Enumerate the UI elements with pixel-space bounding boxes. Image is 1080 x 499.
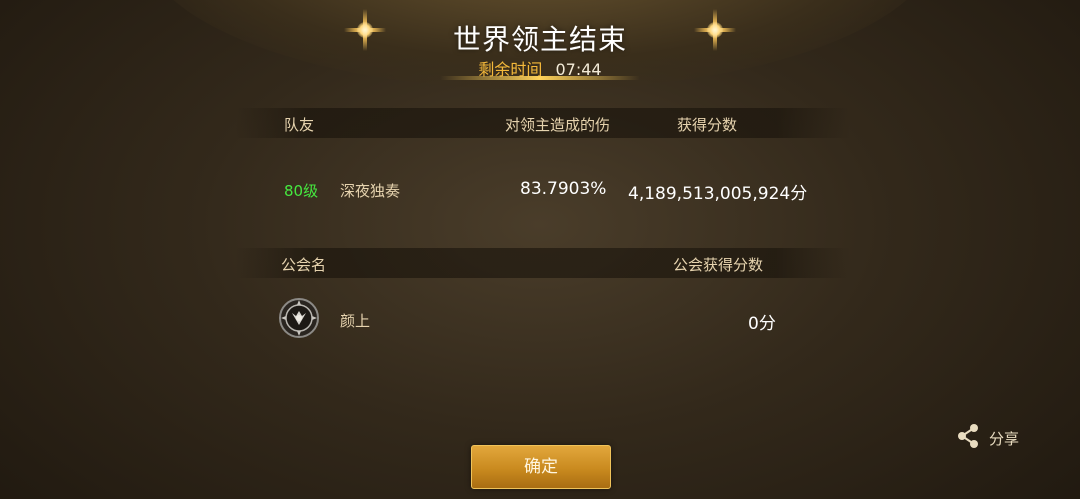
player-level: 80级	[284, 182, 319, 200]
title-glow-line	[440, 76, 640, 80]
confirm-button[interactable]: 确定	[471, 445, 611, 489]
player-name: 深夜独奏	[340, 182, 401, 200]
share-label: 分享	[989, 429, 1020, 448]
guild-name: 颜上	[340, 312, 371, 330]
share-button[interactable]: 分享	[955, 423, 1019, 453]
share-icon	[955, 423, 981, 453]
guild-emblem-icon	[278, 297, 320, 339]
guild-score: 0分	[748, 314, 776, 334]
col-teammate: 队友	[284, 116, 315, 134]
col-guild-score: 公会获得分数	[673, 256, 764, 274]
page-title: 世界领主结束	[452, 23, 627, 56]
col-damage: 对领主造成的伤	[505, 116, 611, 134]
damage-percent: 83.7903%	[520, 179, 607, 199]
col-score: 获得分数	[677, 116, 738, 134]
col-guild-name: 公会名	[281, 256, 327, 274]
player-score: 4,189,513,005,924分	[628, 184, 808, 204]
